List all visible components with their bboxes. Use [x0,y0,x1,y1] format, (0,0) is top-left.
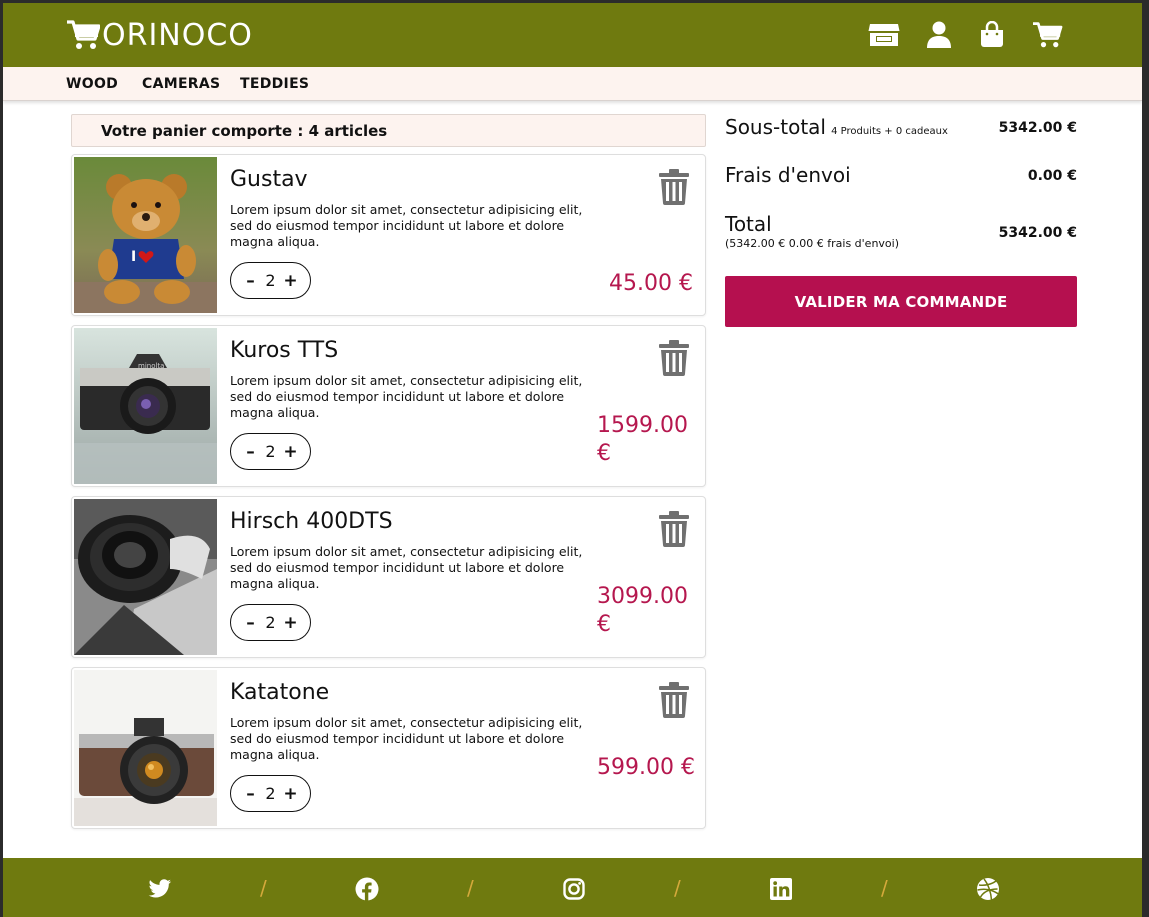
nav-item-teddies[interactable]: TEDDIES [240,76,309,92]
footer-separator: / [260,876,267,900]
item-description: Lorem ipsum dolor sit amet, consectetur … [230,544,583,591]
cart-item: Hirsch 400DTS Lorem ipsum dolor sit amet… [71,496,706,658]
instagram-icon[interactable] [561,876,587,902]
cart-item: minolta Kuros TTS Lorem ipsum dolor sit … [71,325,706,487]
quantity-value: 2 [265,442,276,461]
validate-order-button[interactable]: VALIDER MA COMMANDE [725,276,1077,327]
shipping-value: 0.00 € [1027,168,1077,184]
item-name: Kuros TTS [230,338,339,363]
item-price: 599.00 € [597,755,695,780]
footer: / / / / [3,858,1142,917]
item-description: Lorem ipsum dolor sit amet, consectetur … [230,373,583,420]
quantity-value: 2 [265,271,276,290]
trash-icon[interactable] [658,340,690,376]
cart-item: I Gustav Lorem ipsum dolor sit amet, con… [71,154,706,316]
item-price: 1599.00 € [597,413,688,466]
footer-separator: / [467,876,474,900]
logo[interactable]: ORINOCO [66,17,253,53]
subtotal-label: Sous-total [725,115,826,139]
user-icon[interactable] [922,19,956,51]
app-frame: ORINOCO WOOD CAMERAS TEDDIES Votre panie… [3,3,1142,917]
shipping-label: Frais d'envoi [725,163,851,187]
logo-text: ORINOCO [102,17,253,53]
quantity-stepper: – 2 + [230,775,311,812]
quantity-stepper: – 2 + [230,604,311,641]
cart-item: Katatone Lorem ipsum dolor sit amet, con… [71,667,706,829]
svg-text:minolta: minolta [138,362,164,370]
item-name: Katatone [230,680,330,705]
nav-item-wood[interactable]: WOOD [66,76,118,92]
item-name: Gustav [230,167,308,192]
item-price: 45.00 € [609,271,693,296]
decrease-quantity-button[interactable]: – [240,784,262,804]
subtotal-value: 5342.00 € [998,120,1077,136]
decrease-quantity-button[interactable]: – [240,271,262,291]
cart-count-banner: Votre panier comporte : 4 articles [71,114,706,147]
increase-quantity-button[interactable]: + [280,784,302,804]
increase-quantity-button[interactable]: + [280,271,302,291]
facebook-icon[interactable] [354,876,380,902]
quantity-value: 2 [265,784,276,803]
cart-logo-icon [67,20,100,49]
category-nav: WOOD CAMERAS TEDDIES [3,67,1142,101]
item-price: 3099.00 € [597,584,688,637]
trash-icon[interactable] [658,511,690,547]
footer-separator: / [881,876,888,900]
shipping-row: Frais d'envoi 0.00 € [725,163,1077,193]
cart-icon[interactable] [1030,19,1064,51]
quantity-stepper: – 2 + [230,433,311,470]
nav-item-cameras[interactable]: CAMERAS [142,76,220,92]
item-description: Lorem ipsum dolor sit amet, consectetur … [230,715,583,762]
vintage-camera-image: minolta [74,328,217,484]
item-description: Lorem ipsum dolor sit amet, consectetur … [230,202,583,249]
trash-icon[interactable] [658,169,690,205]
svg-text:I: I [131,249,136,265]
decrease-quantity-button[interactable]: – [240,613,262,633]
header: ORINOCO [3,3,1142,67]
quantity-value: 2 [265,613,276,632]
increase-quantity-button[interactable]: + [280,442,302,462]
total-row: Total (5342.00 € 0.00 € frais d'envoi) 5… [725,212,1077,256]
bag-icon[interactable] [975,19,1009,51]
footer-separator: / [674,876,681,900]
item-name: Hirsch 400DTS [230,509,393,534]
quantity-stepper: – 2 + [230,262,311,299]
linkedin-icon[interactable] [768,876,794,902]
bw-camera-image [74,499,217,655]
twitter-icon[interactable] [147,876,173,902]
teddy-bear-image: I [74,157,217,313]
increase-quantity-button[interactable]: + [280,613,302,633]
subtotal-row: Sous-total 4 Produits + 0 cadeaux 5342.0… [725,115,1077,145]
subtotal-note: 4 Produits + 0 cadeaux [831,126,948,137]
decrease-quantity-button[interactable]: – [240,442,262,462]
brown-camera-image [74,670,217,826]
total-value: 5342.00 € [998,225,1077,241]
trash-icon[interactable] [658,682,690,718]
dribbble-icon[interactable] [975,876,1001,902]
shop-icon[interactable] [867,19,901,51]
